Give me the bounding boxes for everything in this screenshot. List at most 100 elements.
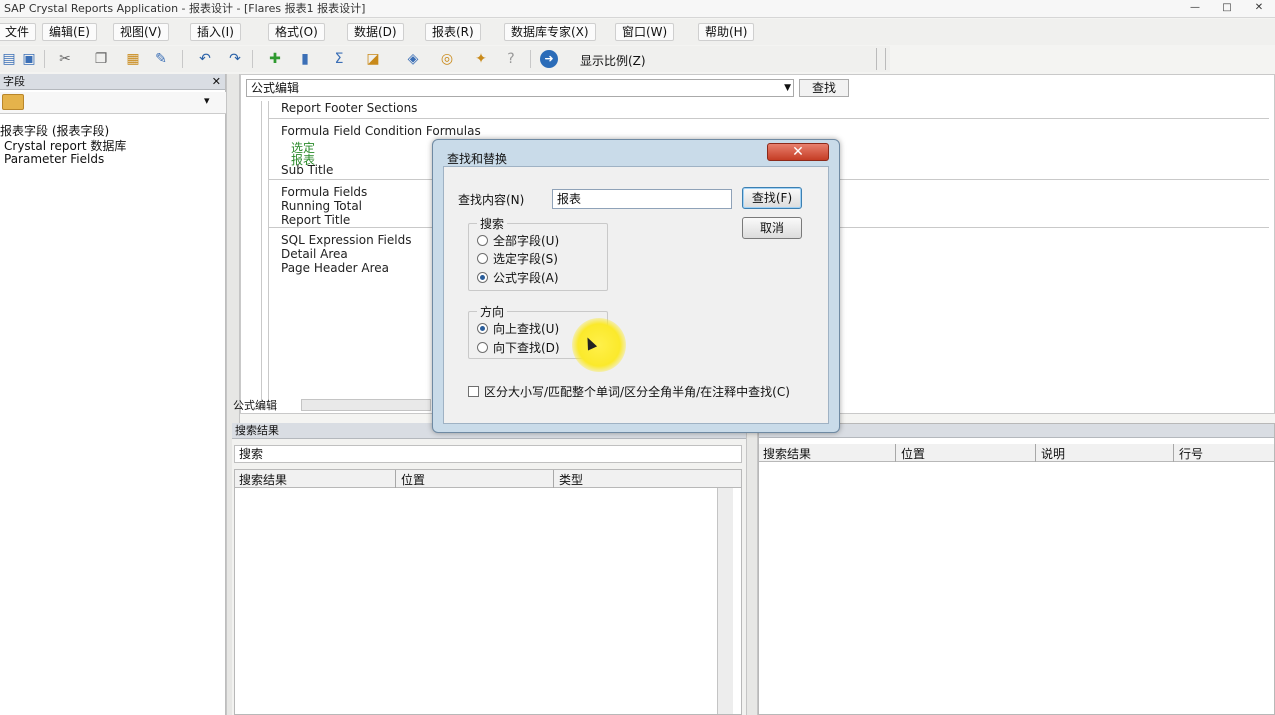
tree-node[interactable]: SQL Expression Fields — [281, 233, 411, 247]
format-painter-icon[interactable]: ✎ — [152, 50, 170, 68]
radio-dot — [477, 253, 488, 264]
find-input[interactable]: 报表 — [552, 189, 732, 209]
help-icon[interactable]: ? — [502, 50, 520, 68]
menu-view[interactable]: 视图(V) — [113, 23, 169, 41]
field-explorer-toolbar: ▾ — [0, 92, 226, 114]
search-input[interactable]: 搜索 — [234, 445, 742, 463]
tree-node[interactable]: Formula Fields — [281, 185, 367, 199]
folder-icon[interactable] — [2, 94, 24, 110]
column-separator[interactable] — [1173, 444, 1174, 462]
column-separator[interactable] — [895, 444, 896, 462]
radio-direction-up[interactable]: 向上查找(U) — [477, 320, 559, 337]
bottom-splitter[interactable] — [746, 423, 758, 715]
close-icon: ✕ — [792, 144, 804, 160]
match-options-checkbox[interactable]: 区分大小写/匹配整个单词/区分全角半角/在注释中查找(C) — [468, 383, 790, 400]
column-header[interactable]: 搜索结果 — [239, 471, 287, 488]
column-header[interactable]: 位置 — [901, 445, 925, 462]
find-button[interactable]: 查找 — [799, 79, 849, 97]
redo-icon[interactable]: ↷ — [226, 50, 244, 68]
menu-help[interactable]: 帮助(H) — [698, 23, 755, 41]
insert-field-icon[interactable]: ✚ — [266, 50, 284, 68]
radio-all-fields[interactable]: 全部字段(U) — [477, 232, 559, 249]
menu-insert[interactable]: 插入(I) — [190, 23, 241, 41]
window-title-bar: SAP Crystal Reports Application - 报表设计 -… — [0, 0, 1275, 18]
database-icon[interactable]: ◎ — [438, 50, 456, 68]
tree-node[interactable]: Detail Area — [281, 247, 348, 261]
column-header[interactable]: 位置 — [401, 471, 425, 488]
menu-format[interactable]: 格式(O) — [268, 23, 325, 41]
toolbar-grip[interactable] — [876, 48, 886, 70]
radio-dot — [477, 342, 488, 353]
menu-file[interactable]: 文件 — [0, 23, 37, 41]
zoom-label[interactable]: 显示比例(Z) — [580, 52, 646, 69]
chevron-down-icon[interactable]: ▼ — [784, 80, 791, 96]
refresh-icon[interactable]: ✦ — [472, 50, 490, 68]
menu-report[interactable]: 报表(R) — [425, 23, 481, 41]
copy-icon[interactable]: ❐ — [92, 50, 110, 68]
column-separator[interactable] — [553, 470, 554, 488]
tree-node[interactable]: Formula Field Condition Formulas — [281, 124, 481, 138]
new-icon[interactable]: ▤ — [0, 50, 18, 68]
tree-node[interactable]: Running Total — [281, 199, 362, 213]
tree-item[interactable]: Parameter Fields — [4, 152, 104, 166]
formula-combo[interactable]: 公式编辑 ▼ — [246, 79, 794, 97]
close-window-button[interactable]: ✕ — [1244, 1, 1274, 15]
horizontal-scrollbar[interactable] — [301, 399, 431, 411]
menu-bar: 文件 编辑(E) 视图(V) 插入(I) 格式(O) 数据(D) 报表(R) 数… — [0, 19, 1275, 45]
save-icon[interactable]: ▣ — [20, 50, 38, 68]
search-scope-group: 搜索 全部字段(U) 选定字段(S) 公式字段(A) — [468, 215, 608, 291]
tree-guide — [261, 101, 269, 401]
grid-header: 搜索结果 位置 说明 行号 — [759, 444, 1274, 462]
search-scope-title: 搜索 — [477, 215, 508, 232]
search-results-title: 搜索结果 — [235, 424, 279, 437]
field-explorer-header: 字段 ✕ — [0, 74, 225, 90]
radio-direction-down[interactable]: 向下查找(D) — [477, 339, 560, 356]
toolbar: ▤ ▣ ✂ ❐ ▦ ✎ ↶ ↷ ✚ ▮ Σ ◪ ◈ ◎ ✦ ? ➜ 显示比例(Z… — [0, 46, 890, 72]
window-title: SAP Crystal Reports Application - 报表设计 -… — [4, 2, 366, 15]
column-separator[interactable] — [395, 470, 396, 488]
close-icon[interactable]: ✕ — [212, 74, 221, 89]
tree-node[interactable]: Page Header Area — [281, 261, 389, 275]
find-label: 查找内容(N) — [458, 193, 525, 207]
map-icon[interactable]: ◈ — [404, 50, 422, 68]
menu-database-expert[interactable]: 数据库专家(X) — [504, 23, 596, 41]
cancel-button[interactable]: 取消 — [742, 217, 802, 239]
reference-grid: 搜索结果 位置 说明 行号 — [758, 423, 1275, 715]
checkbox-box — [468, 386, 479, 397]
insert-summary-icon[interactable]: Σ — [330, 50, 348, 68]
menu-data[interactable]: 数据(D) — [347, 23, 404, 41]
panel-menu-icon[interactable]: ▾ — [204, 94, 210, 107]
insert-group-icon[interactable]: ▮ — [296, 50, 314, 68]
formula-combo-value: 公式编辑 — [251, 81, 300, 95]
radio-formula-fields[interactable]: 公式字段(A) — [477, 269, 559, 286]
paste-icon[interactable]: ▦ — [124, 50, 142, 68]
column-header[interactable]: 类型 — [559, 471, 583, 488]
tree-node[interactable]: Report Title — [281, 213, 350, 227]
radio-dot — [477, 272, 488, 283]
column-header[interactable]: 行号 — [1179, 445, 1203, 462]
tree-node[interactable]: Sub Title — [281, 163, 333, 177]
toolbar-separator — [44, 50, 45, 68]
menu-edit[interactable]: 编辑(E) — [42, 23, 97, 41]
radio-selected-fields[interactable]: 选定字段(S) — [477, 250, 558, 267]
radio-label: 向下查找(D) — [493, 341, 560, 355]
field-explorer-title: 字段 — [3, 75, 25, 88]
search-results-panel: 搜索结果 搜索 搜索结果 位置 类型 — [232, 423, 746, 715]
maximize-button[interactable]: □ — [1212, 1, 1242, 15]
column-header[interactable]: 搜索结果 — [763, 445, 811, 462]
column-separator[interactable] — [1035, 444, 1036, 462]
cut-icon[interactable]: ✂ — [56, 50, 74, 68]
chart-icon[interactable]: ◪ — [364, 50, 382, 68]
find-next-button[interactable]: 查找(F) — [742, 187, 802, 209]
column-header[interactable]: 说明 — [1041, 445, 1065, 462]
divider — [269, 118, 1269, 119]
navigate-icon[interactable]: ➜ — [540, 50, 558, 68]
dialog-close-button[interactable]: ✕ — [767, 143, 829, 161]
radio-label: 向上查找(U) — [493, 322, 560, 336]
menu-window[interactable]: 窗口(W) — [615, 23, 675, 41]
tree-node[interactable]: Report Footer Sections — [281, 101, 417, 115]
vertical-scrollbar[interactable] — [717, 488, 733, 714]
radio-label: 选定字段(S) — [493, 252, 558, 266]
minimize-button[interactable]: — — [1180, 1, 1210, 15]
undo-icon[interactable]: ↶ — [196, 50, 214, 68]
